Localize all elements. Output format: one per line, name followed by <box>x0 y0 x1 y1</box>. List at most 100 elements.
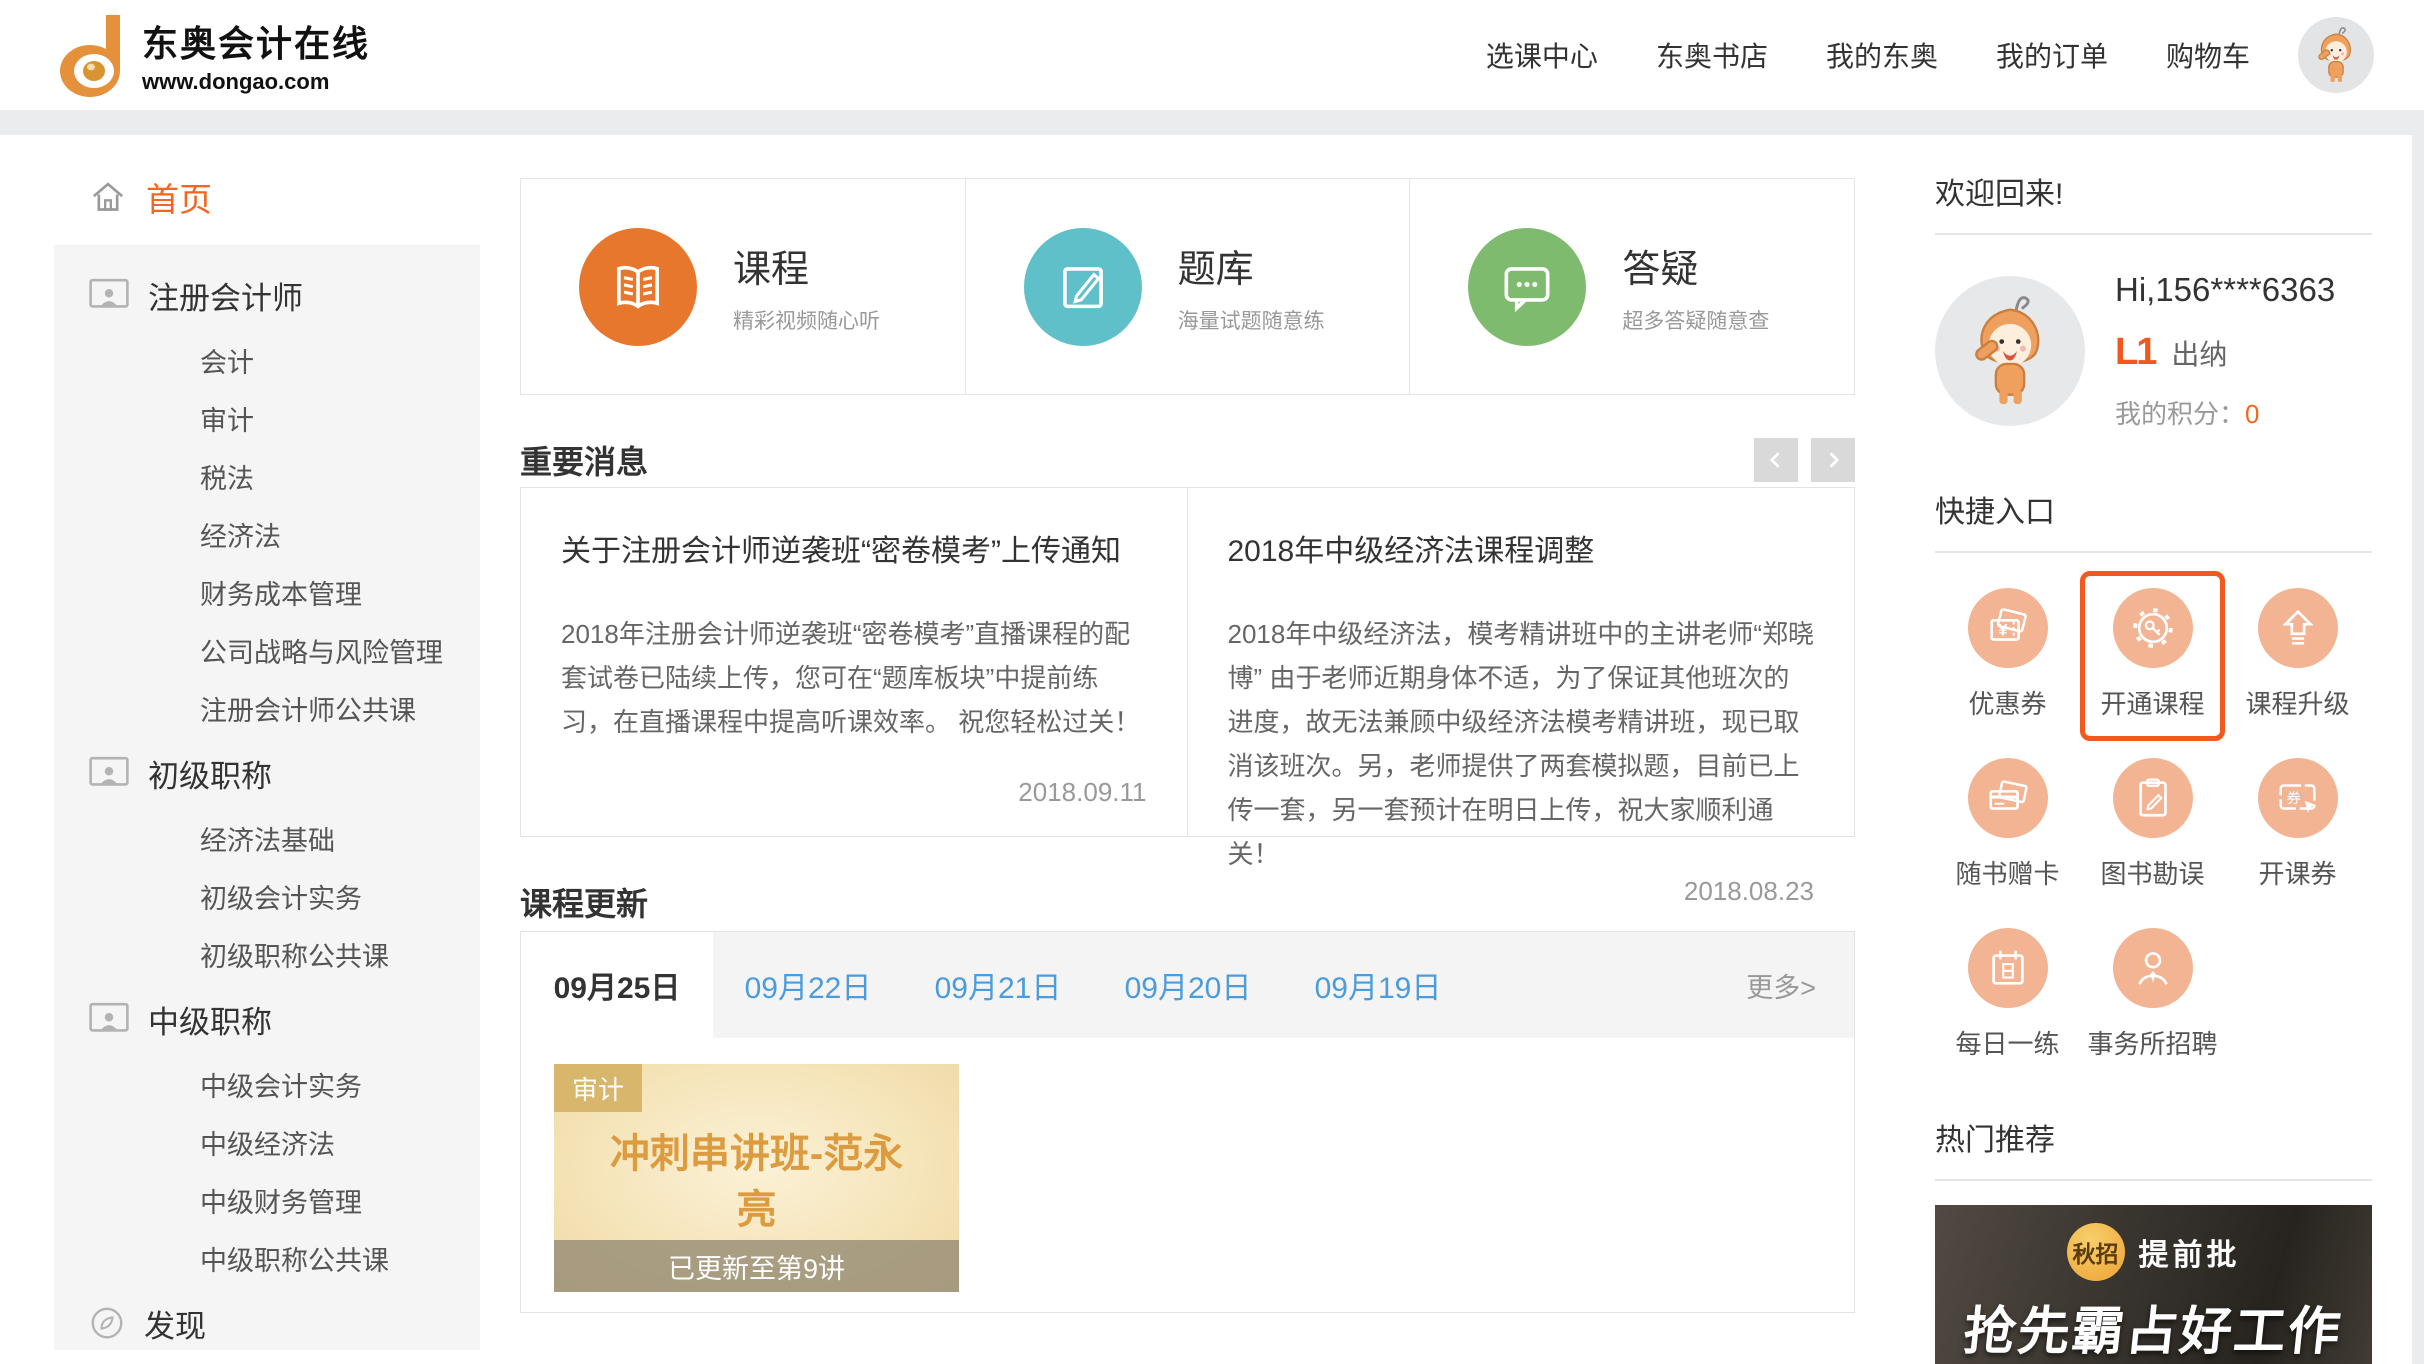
sidebar-item-home[interactable]: 首页 <box>54 149 480 245</box>
sidebar-item-shuifa[interactable]: 税法 <box>54 447 480 505</box>
news-title: 关于注册会计师逆袭班“密卷模考”上传通知 <box>561 526 1147 570</box>
quick-daily-practice[interactable]: 每日一练 <box>1935 911 2080 1081</box>
quick-firm-recruiting[interactable]: 事务所招聘 <box>2080 911 2225 1081</box>
gear-key-icon <box>2113 588 2193 668</box>
nav-course-center[interactable]: 选课中心 <box>1486 35 1598 75</box>
sidebar-item-zhanlve[interactable]: 公司战略与风险管理 <box>54 621 480 679</box>
news-section-head: 重要消息 <box>520 437 1855 483</box>
news-item[interactable]: 2018年中级经济法课程调整 2018年中级经济法，模考精讲班中的主讲老师“郑晓… <box>1188 488 1855 836</box>
feature-subtitle: 海量试题随意练 <box>1178 305 1325 335</box>
sidebar-item-chuji-public[interactable]: 初级职称公共课 <box>54 925 480 983</box>
logo-title: 东奥会计在线 <box>142 15 370 67</box>
quick-book-card[interactable]: 随书赠卡 <box>1935 741 2080 911</box>
sidebar-item-zhongji-shiwu[interactable]: 中级会计实务 <box>54 1055 480 1113</box>
sidebar-group-junior[interactable]: 初级职称 <box>54 737 480 809</box>
sidebar-item-caiwu[interactable]: 财务成本管理 <box>54 563 480 621</box>
tab-date-0919[interactable]: 09月19日 <box>1283 932 1473 1038</box>
news-item[interactable]: 关于注册会计师逆袭班“密卷模考”上传通知 2018年注册会计师逆袭班“密卷模考”… <box>521 488 1188 836</box>
logo-mark-icon <box>54 13 128 97</box>
tab-date-0925[interactable]: 09月25日 <box>521 932 713 1038</box>
sidebar-group-discover[interactable]: 发现 <box>54 1287 480 1350</box>
sidebar-group-intermediate[interactable]: 中级职称 <box>54 983 480 1055</box>
gift-cards-icon <box>1968 758 2048 838</box>
quick-class-voucher[interactable]: 券 开课券 <box>2225 741 2370 911</box>
nav-cart[interactable]: 购物车 <box>2166 35 2250 75</box>
coupon-icon: ¥ <box>1968 588 2048 668</box>
nav-my-dongao[interactable]: 我的东奥 <box>1826 35 1938 75</box>
sidebar-group-label: 发现 <box>144 1301 206 1346</box>
quick-label: 随书赠卡 <box>1955 854 2059 891</box>
feature-card-question-bank[interactable]: 题库 海量试题随意练 <box>965 179 1410 394</box>
right-gutter <box>2412 135 2424 1364</box>
sidebar-menu: 注册会计师 会计 审计 税法 经济法 财务成本管理 公司战略与风险管理 注册会计… <box>54 245 480 1350</box>
quick-label: 图书勘误 <box>2100 854 2204 891</box>
sidebar-item-jingjifa[interactable]: 经济法 <box>54 505 480 563</box>
chat-bubble-icon <box>1468 228 1586 346</box>
sidebar-item-shenji[interactable]: 审计 <box>54 389 480 447</box>
mascot-icon <box>1951 288 2069 414</box>
promo-banner[interactable]: 秋招 提前批 抢先霸占好工作 <box>1935 1205 2372 1364</box>
lecturer-icon <box>88 1001 130 1037</box>
mascot-icon <box>2306 23 2366 87</box>
chevron-right-icon <box>1822 449 1844 471</box>
sidebar-item-jjf-jichu[interactable]: 经济法基础 <box>54 809 480 867</box>
news-heading: 重要消息 <box>520 437 648 483</box>
course-status: 已更新至第9讲 <box>554 1240 959 1292</box>
sidebar-group-label: 初级职称 <box>148 751 272 796</box>
feature-title: 题库 <box>1178 238 1325 293</box>
quick-label: 课程升级 <box>2245 684 2349 721</box>
page-background-gap <box>0 110 2424 135</box>
quick-course-upgrade[interactable]: 课程升级 <box>2225 571 2370 741</box>
tab-more-link[interactable]: 更多> <box>1746 932 1854 1038</box>
course-subject-tag: 审计 <box>554 1064 642 1112</box>
sidebar-item-chuji-shiwu[interactable]: 初级会计实务 <box>54 867 480 925</box>
news-date: 2018.09.11 <box>561 777 1147 808</box>
quick-book-errata[interactable]: 图书勘误 <box>2080 741 2225 911</box>
quick-label: 开课券 <box>2258 854 2336 891</box>
sidebar-item-kuaiji[interactable]: 会计 <box>54 331 480 389</box>
person-tie-icon <box>2113 928 2193 1008</box>
level-badge: L1 <box>2115 331 2155 374</box>
feature-subtitle: 精彩视频随心听 <box>733 305 880 335</box>
feature-card-courses[interactable]: 课程 精彩视频随心听 <box>521 179 965 394</box>
feature-card-qa[interactable]: 答疑 超多答疑随意查 <box>1409 179 1854 394</box>
news-prev-button[interactable] <box>1754 438 1798 482</box>
sidebar-item-zhongji-public[interactable]: 中级职称公共课 <box>54 1229 480 1287</box>
sidebar-item-zhongji-jjf[interactable]: 中级经济法 <box>54 1113 480 1171</box>
sidebar-home-label: 首页 <box>146 173 212 221</box>
home-icon <box>88 177 128 217</box>
quick-label: 优惠券 <box>1968 684 2046 721</box>
nav-bookstore[interactable]: 东奥书店 <box>1656 35 1768 75</box>
page-body: 首页 注册会计师 会计 审计 税法 经济法 财务成本管理 公司战略与风险管理 注… <box>0 135 2424 1364</box>
banner-tag: 提前批 <box>2139 1230 2241 1274</box>
sidebar-group-cpa[interactable]: 注册会计师 <box>54 259 480 331</box>
upgrade-arrow-icon <box>2258 588 2338 668</box>
quick-activate-course[interactable]: 开通课程 <box>2080 571 2225 741</box>
sidebar-group-label: 中级职称 <box>148 997 272 1042</box>
updates-heading: 课程更新 <box>520 879 648 925</box>
date-tab-bar: 09月25日 09月22日 09月21日 09月20日 09月19日 更多> <box>521 932 1854 1038</box>
site-logo[interactable]: 东奥会计在线 www.dongao.com <box>54 13 370 97</box>
left-sidebar: 首页 注册会计师 会计 审计 税法 经济法 财务成本管理 公司战略与风险管理 注… <box>54 149 480 1350</box>
chevron-left-icon <box>1765 449 1787 471</box>
user-greeting: Hi,156****6363 <box>2115 271 2335 309</box>
sidebar-item-zhongji-caiwu[interactable]: 中级财务管理 <box>54 1171 480 1229</box>
compass-icon <box>88 1304 126 1342</box>
sidebar-item-cpa-public[interactable]: 注册会计师公共课 <box>54 679 480 737</box>
feature-title: 课程 <box>733 238 880 293</box>
user-avatar[interactable] <box>2298 17 2374 93</box>
updates-card: 09月25日 09月22日 09月21日 09月20日 09月19日 更多> 审… <box>520 931 1855 1313</box>
right-sidebar: 欢迎回来! Hi,156****6363 L1 <box>1935 135 2372 1364</box>
news-body: 2018年中级经济法，模考精讲班中的主讲老师“郑晓博” 由于老师近期身体不适，为… <box>1228 612 1815 876</box>
quick-coupons[interactable]: ¥ 优惠券 <box>1935 571 2080 741</box>
banner-badge: 秋招 <box>2067 1223 2125 1281</box>
feature-subtitle: 超多答疑随意查 <box>1622 305 1769 335</box>
nav-my-orders[interactable]: 我的订单 <box>1996 35 2108 75</box>
svg-text:¥: ¥ <box>1998 622 2007 640</box>
news-next-button[interactable] <box>1811 438 1855 482</box>
tab-date-0921[interactable]: 09月21日 <box>903 932 1093 1038</box>
course-card[interactable]: 审计 冲刺串讲班-范永亮 已更新至第9讲 <box>554 1064 959 1292</box>
tab-date-0922[interactable]: 09月22日 <box>713 932 903 1038</box>
tab-date-0920[interactable]: 09月20日 <box>1093 932 1283 1038</box>
main-content: 课程 精彩视频随心听 题库 海量试题随意练 <box>520 135 1855 1313</box>
